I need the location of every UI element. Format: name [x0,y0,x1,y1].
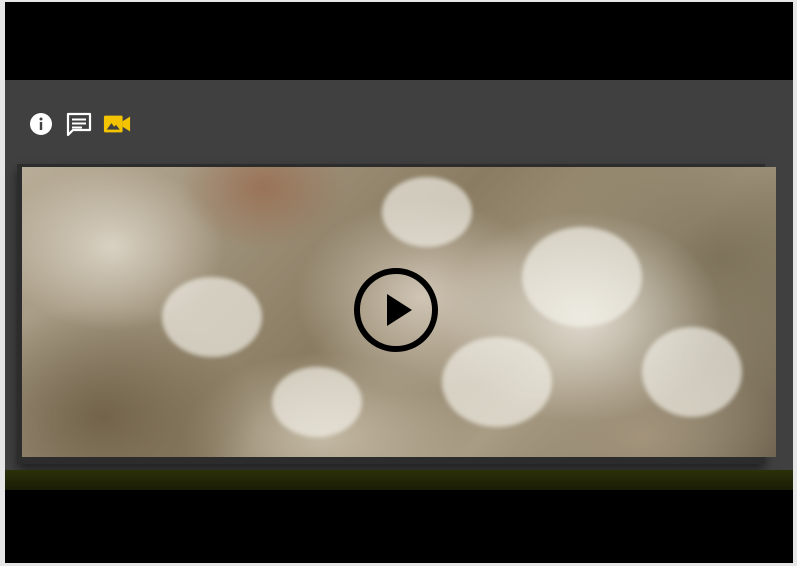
play-circle-icon [354,268,438,352]
bottom-letterbox [5,490,793,563]
video-camera-icon [103,115,131,133]
comments-button[interactable] [65,110,93,138]
video-thumbnail[interactable] [22,167,776,457]
info-button[interactable] [27,110,55,138]
comment-icon [66,112,92,137]
video-button[interactable] [103,110,131,138]
blossom-highlight [162,277,262,357]
timeline-strip [5,470,793,490]
play-button[interactable] [353,267,439,353]
blossom-highlight [522,227,642,327]
slide-frame [5,2,793,563]
blossom-highlight [272,367,362,437]
blossom-highlight [642,327,742,417]
info-icon [30,113,52,135]
blossom-highlight [442,337,552,427]
video-card [17,164,776,464]
media-toolbar [27,110,131,138]
media-panel [5,80,793,470]
blossom-highlight [382,177,472,247]
top-letterbox [5,2,793,80]
